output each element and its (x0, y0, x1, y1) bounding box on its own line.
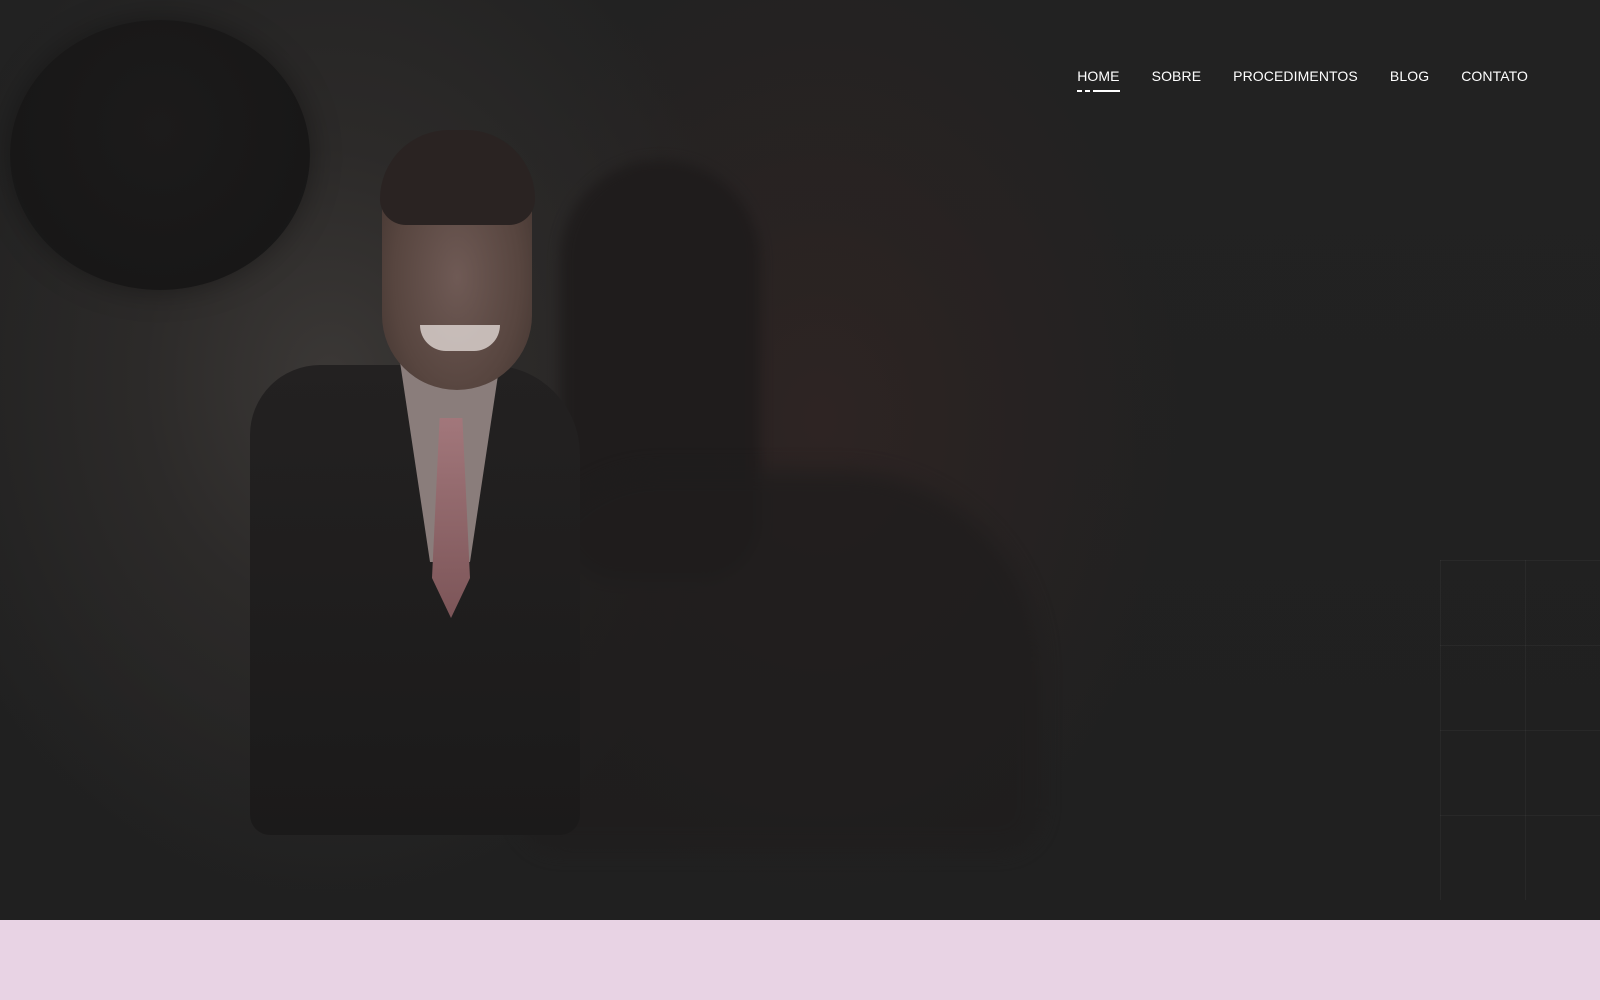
hero-section: HOME SOBRE PROCEDIMENTOS BLOG CONTATO (0, 0, 1600, 920)
portrait-hair (380, 130, 535, 225)
nav-item-procedimentos[interactable]: PROCEDIMENTOS (1233, 68, 1358, 92)
main-navigation: HOME SOBRE PROCEDIMENTOS BLOG CONTATO (1077, 68, 1528, 92)
nav-item-label: HOME (1077, 68, 1120, 84)
active-underline (1077, 90, 1120, 92)
nav-item-label: BLOG (1389, 68, 1430, 84)
nav-item-sobre[interactable]: SOBRE (1152, 68, 1202, 92)
nav-item-label: SOBRE (1151, 68, 1202, 84)
grid-decoration (1440, 560, 1600, 900)
page: HOME SOBRE PROCEDIMENTOS BLOG CONTATO (0, 0, 1600, 1000)
nav-item-contato[interactable]: CONTATO (1461, 68, 1528, 92)
nav-item-label: PROCEDIMENTOS (1233, 68, 1358, 84)
nav-item-label: CONTATO (1461, 68, 1528, 84)
nav-item-blog[interactable]: BLOG (1390, 68, 1429, 92)
hero-portrait-photo (240, 130, 600, 835)
nav-item-home[interactable]: HOME (1077, 68, 1120, 92)
next-section-band (0, 920, 1600, 1000)
